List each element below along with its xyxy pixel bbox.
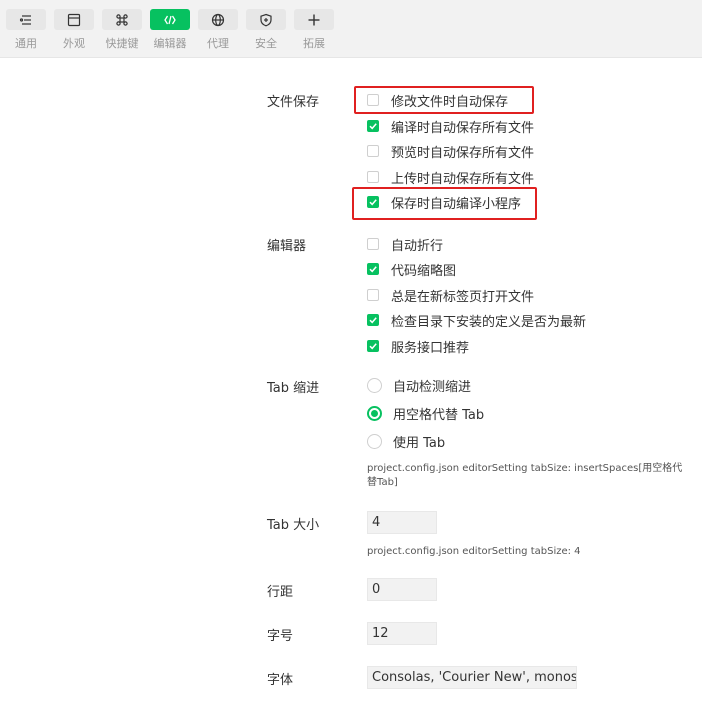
- tab-label: 编辑器: [153, 37, 187, 50]
- tab-extensions[interactable]: 拓展: [294, 9, 334, 51]
- word-wrap-option[interactable]: 自动折行: [367, 235, 444, 254]
- radio-label: 用空格代替 Tab: [393, 407, 485, 423]
- window-icon: [54, 9, 94, 30]
- option-label: 代码缩略图: [391, 263, 457, 279]
- autosave-on-preview-option[interactable]: 预览时自动保存所有文件: [367, 142, 535, 161]
- checkbox[interactable]: [367, 263, 379, 275]
- tab-editor[interactable]: 编辑器: [150, 9, 190, 51]
- checkbox[interactable]: [367, 340, 379, 352]
- tab-size-input[interactable]: 4: [367, 511, 437, 534]
- option-label: 服务接口推荐: [391, 340, 470, 356]
- tab-security[interactable]: 安全: [246, 9, 286, 51]
- checkbox[interactable]: [367, 145, 379, 157]
- radio-button[interactable]: [367, 377, 382, 393]
- font-size-input[interactable]: 12: [367, 622, 437, 645]
- tab-appearance[interactable]: 外观: [54, 9, 94, 51]
- line-height-label: 行距: [267, 585, 294, 600]
- open-in-new-tab-option[interactable]: 总是在新标签页打开文件: [367, 286, 535, 305]
- list-settings-icon: [6, 9, 46, 30]
- minimap-option[interactable]: 代码缩略图: [367, 260, 457, 279]
- command-key-icon: [102, 9, 142, 30]
- font-size-label: 字号: [267, 629, 294, 644]
- plus-icon: [294, 9, 334, 30]
- check-definitions-option[interactable]: 检查目录下安装的定义是否为最新: [367, 311, 587, 330]
- option-label: 编译时自动保存所有文件: [391, 120, 535, 136]
- code-brackets-icon: [150, 9, 190, 30]
- highlight-box: [354, 86, 534, 114]
- radio-button[interactable]: [367, 433, 382, 449]
- tab-label: 安全: [255, 37, 277, 50]
- option-label: 预览时自动保存所有文件: [391, 145, 535, 161]
- tab-label: 拓展: [303, 37, 325, 50]
- font-family-label: 字体: [267, 673, 294, 688]
- tab-proxy[interactable]: 代理: [198, 9, 238, 51]
- settings-toolbar: 通用 外观 快捷键 编辑器 代理 安全 拓展: [0, 0, 702, 58]
- font-family-input[interactable]: Consolas, 'Courier New', monospace: [367, 666, 577, 689]
- tab-indent-hint: project.config.json editorSetting tabSiz…: [367, 463, 683, 488]
- autosave-on-compile-option[interactable]: 编译时自动保存所有文件: [367, 117, 535, 136]
- radio-label: 使用 Tab: [393, 435, 446, 451]
- auto-detect-indent-radio[interactable]: 自动检测缩进: [367, 375, 471, 395]
- tab-label: 外观: [63, 37, 85, 50]
- checkbox[interactable]: [367, 120, 379, 132]
- spaces-instead-of-tab-radio[interactable]: 用空格代替 Tab: [367, 403, 484, 423]
- tab-label: 通用: [15, 37, 37, 50]
- tab-size-hint: project.config.json editorSetting tabSiz…: [367, 546, 581, 557]
- line-height-input[interactable]: 0: [367, 578, 437, 601]
- tab-label: 快捷键: [105, 37, 139, 50]
- highlight-box: [352, 187, 537, 220]
- use-tab-radio[interactable]: 使用 Tab: [367, 431, 445, 451]
- file-save-label: 文件保存: [267, 95, 320, 110]
- checkbox[interactable]: [367, 171, 379, 183]
- checkbox[interactable]: [367, 314, 379, 326]
- option-label: 上传时自动保存所有文件: [391, 171, 535, 187]
- option-label: 检查目录下安装的定义是否为最新: [391, 314, 587, 330]
- radio-label: 自动检测缩进: [393, 379, 472, 395]
- tab-indent-label: Tab 缩进: [267, 381, 320, 396]
- tab-label: 代理: [207, 37, 229, 50]
- tab-size-label: Tab 大小: [267, 518, 320, 533]
- tab-general[interactable]: 通用: [6, 9, 46, 51]
- option-label: 自动折行: [391, 238, 444, 254]
- checkbox[interactable]: [367, 289, 379, 301]
- editor-label: 编辑器: [267, 239, 307, 254]
- option-label: 总是在新标签页打开文件: [391, 289, 535, 305]
- autosave-on-upload-option[interactable]: 上传时自动保存所有文件: [367, 168, 535, 187]
- shield-icon: [246, 9, 286, 30]
- radio-button[interactable]: [367, 405, 382, 421]
- api-suggestion-option[interactable]: 服务接口推荐: [367, 337, 470, 356]
- tab-shortcuts[interactable]: 快捷键: [102, 9, 142, 51]
- checkbox[interactable]: [367, 238, 379, 250]
- globe-icon: [198, 9, 238, 30]
